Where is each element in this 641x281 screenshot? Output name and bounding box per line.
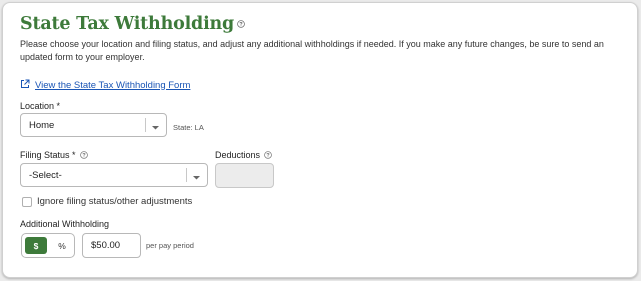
location-label: Location *: [20, 101, 61, 111]
filing-status-select[interactable]: -Select-: [20, 163, 208, 187]
page-title: State Tax Withholding: [20, 14, 235, 34]
ignore-adjustments-checkbox[interactable]: [22, 196, 32, 207]
deductions-label-row: Deductions: [215, 150, 272, 160]
chevron-down-icon: [151, 123, 160, 134]
location-value: Home: [29, 119, 55, 131]
description-text: Please choose your location and filing s…: [20, 39, 604, 62]
dollar-mode-button[interactable]: $: [25, 237, 47, 254]
external-link-icon: [20, 76, 30, 94]
select-divider: [186, 168, 187, 182]
view-form-link[interactable]: View the State Tax Withholding Form: [35, 80, 190, 91]
question-circle-icon[interactable]: [237, 15, 245, 33]
withholding-amount-input[interactable]: $50.00: [82, 233, 141, 258]
select-divider: [145, 118, 146, 132]
additional-withholding-label: Additional Withholding: [20, 219, 110, 229]
state-note: State: LA: [173, 123, 204, 132]
filing-status-label: Filing Status *: [20, 150, 76, 160]
location-select[interactable]: Home: [20, 113, 167, 137]
deductions-label: Deductions: [215, 150, 261, 160]
deductions-field: [215, 163, 274, 188]
question-circle-icon[interactable]: [79, 151, 88, 159]
question-circle-icon[interactable]: [264, 151, 272, 159]
chevron-down-icon: [192, 173, 201, 184]
title-row: State Tax Withholding: [20, 14, 245, 34]
filing-status-label-row: Filing Status *: [20, 150, 88, 160]
withholding-mode-toggle: $ %: [21, 233, 75, 258]
state-tax-withholding-card: State Tax Withholding Please choose your…: [2, 2, 638, 278]
per-pay-period-text: per pay period: [146, 241, 194, 250]
ignore-adjustments-row[interactable]: Ignore filing status/other adjustments: [22, 196, 192, 207]
filing-status-value: -Select-: [29, 169, 62, 181]
percent-mode-button[interactable]: %: [52, 237, 72, 254]
ignore-adjustments-label: Ignore filing status/other adjustments: [37, 196, 193, 207]
form-link-row[interactable]: View the State Tax Withholding Form: [20, 76, 190, 94]
